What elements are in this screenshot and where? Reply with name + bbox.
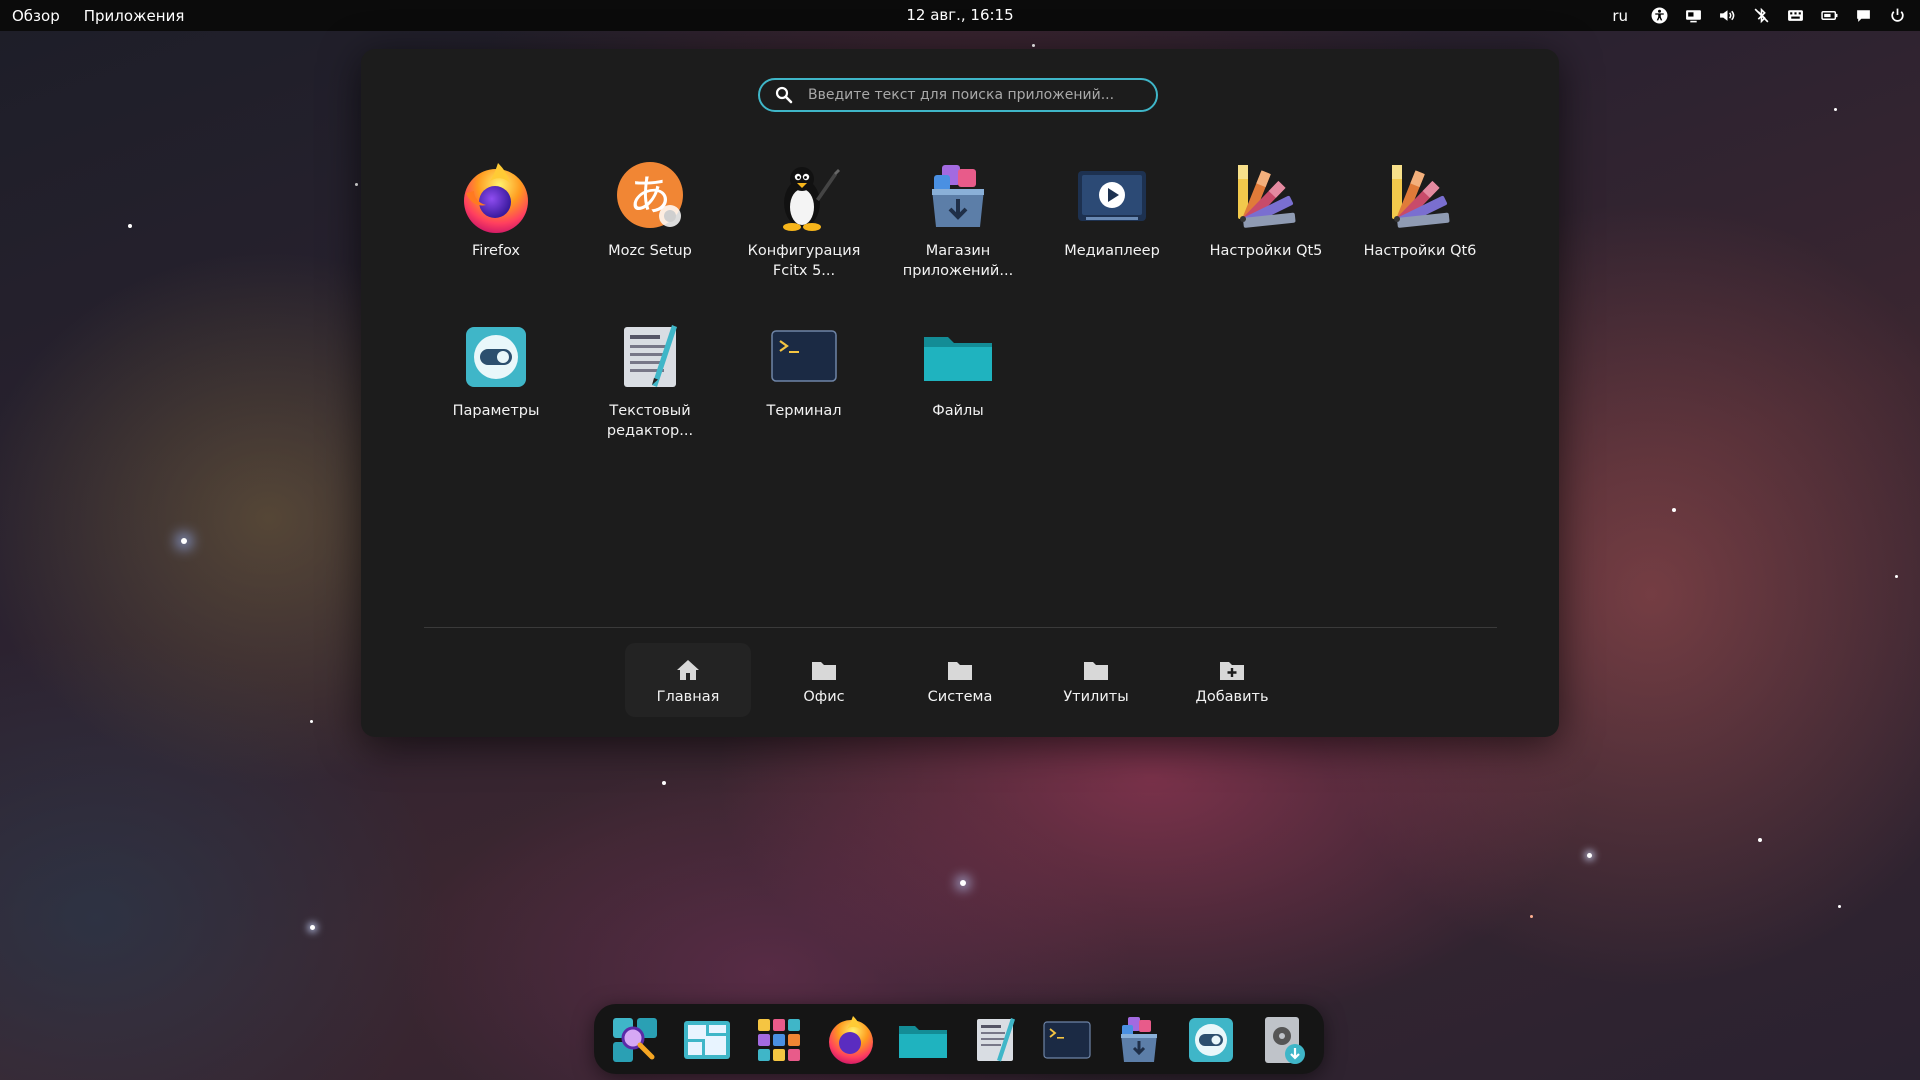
dock-text-editor[interactable] — [969, 1014, 1021, 1066]
search-apps-icon — [613, 1018, 657, 1062]
qt6-settings-icon — [1392, 165, 1450, 228]
battery-icon[interactable] — [1820, 7, 1838, 25]
folder-icon — [948, 662, 972, 680]
dock-settings[interactable] — [1185, 1014, 1237, 1066]
media-player-icon — [1078, 171, 1146, 221]
chat-icon[interactable] — [1854, 7, 1872, 25]
category-system[interactable]: Система — [897, 643, 1023, 717]
top-bar: Обзор Приложения 12 авг., 16:15 ru — [0, 0, 1920, 31]
files-icon — [899, 1026, 947, 1058]
folder-add-icon — [1220, 662, 1244, 680]
installer-icon — [1265, 1017, 1305, 1064]
app-settings[interactable]: Параметры — [421, 319, 571, 421]
dock-terminal[interactable] — [1041, 1014, 1093, 1066]
search-icon — [775, 86, 793, 104]
firefox-icon — [464, 163, 528, 233]
app-grid-icon — [758, 1019, 800, 1061]
keyboard-icon[interactable] — [1786, 7, 1804, 25]
app-qt6-settings[interactable]: Настройки Qt6 — [1345, 159, 1495, 261]
dock-firefox[interactable] — [825, 1014, 877, 1066]
app-store-icon — [932, 165, 984, 227]
category-home[interactable]: Главная — [625, 643, 751, 717]
accessibility-icon[interactable] — [1650, 7, 1668, 25]
app-firefox[interactable]: Firefox — [421, 159, 571, 261]
volume-icon[interactable] — [1718, 7, 1736, 25]
app-fcitx-config[interactable]: Конфигурация Fcitx 5... — [729, 159, 879, 281]
home-icon — [677, 660, 699, 680]
firefox-icon — [829, 1016, 873, 1064]
mozc-icon: あ — [617, 162, 683, 228]
app-store-icon — [1121, 1017, 1157, 1062]
panel-divider — [424, 627, 1497, 628]
workspaces-icon — [684, 1021, 730, 1059]
dock-app-store[interactable] — [1113, 1014, 1165, 1066]
dock-search-apps[interactable] — [609, 1014, 661, 1066]
dock — [594, 1004, 1324, 1074]
terminal-icon — [771, 330, 837, 382]
category-office[interactable]: Офис — [761, 643, 887, 717]
app-files[interactable]: Файлы — [883, 319, 1033, 421]
bluetooth-off-icon[interactable] — [1752, 7, 1770, 25]
category-add[interactable]: Добавить — [1169, 643, 1295, 717]
files-icon — [924, 337, 992, 381]
app-search-box[interactable] — [758, 78, 1158, 112]
category-utilities[interactable]: Утилиты — [1033, 643, 1159, 717]
dock-app-grid[interactable] — [753, 1014, 805, 1066]
app-terminal[interactable]: Терминал — [729, 319, 879, 421]
qt5-settings-icon — [1238, 165, 1296, 228]
app-text-editor[interactable]: Текстовый редактор... — [575, 319, 725, 441]
text-editor-icon — [624, 325, 677, 387]
app-grid-panel: Firefox あ Mozc Setup Конфигурац — [361, 49, 1559, 737]
settings-icon — [466, 327, 526, 387]
folder-icon — [812, 662, 836, 680]
app-software-store[interactable]: Магазин приложений... — [883, 159, 1033, 281]
app-mozc-setup[interactable]: あ Mozc Setup — [575, 159, 725, 261]
dock-files[interactable] — [897, 1014, 949, 1066]
folder-icon — [1084, 662, 1108, 680]
tux-icon — [783, 167, 840, 231]
overview-button[interactable]: Обзор — [12, 7, 60, 25]
applications-menu-button[interactable]: Приложения — [84, 7, 185, 25]
power-icon[interactable] — [1888, 7, 1906, 25]
clock[interactable]: 12 авг., 16:15 — [906, 6, 1013, 24]
settings-icon — [1189, 1018, 1233, 1062]
search-input[interactable] — [806, 86, 1156, 104]
keyboard-layout-indicator[interactable]: ru — [1612, 7, 1628, 25]
dock-workspaces[interactable] — [681, 1014, 733, 1066]
screen-share-icon[interactable] — [1684, 7, 1702, 25]
app-media-player[interactable]: Медиаплеер — [1037, 159, 1187, 261]
terminal-icon — [1043, 1021, 1091, 1059]
app-qt5-settings[interactable]: Настройки Qt5 — [1191, 159, 1341, 261]
text-editor-icon — [977, 1018, 1015, 1062]
dock-installer[interactable] — [1257, 1014, 1309, 1066]
